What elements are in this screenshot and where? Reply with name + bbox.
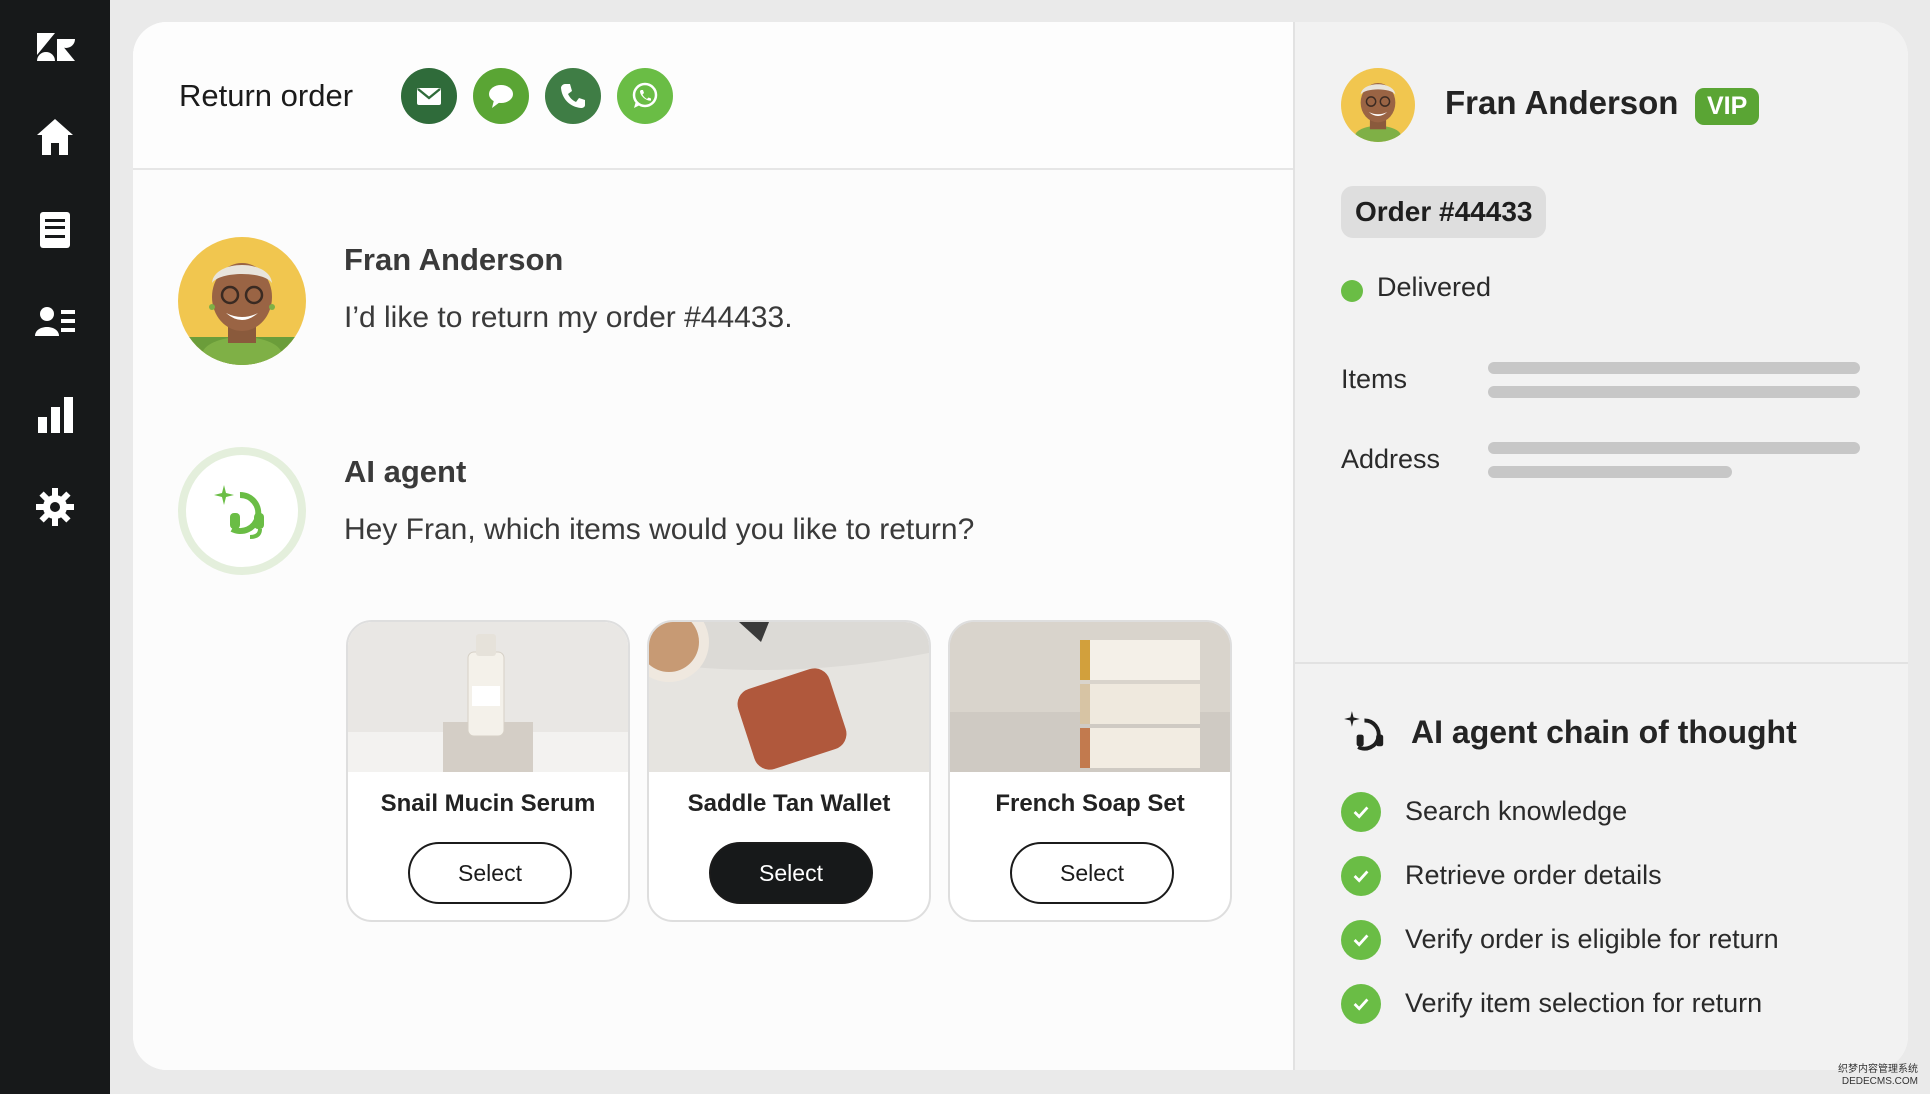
customer-avatar <box>178 237 306 365</box>
check-icon <box>1341 856 1381 896</box>
product-card: French Soap Set Select <box>948 620 1232 922</box>
status-dot <box>1341 280 1363 302</box>
items-placeholder-bar <box>1488 386 1860 398</box>
customer-name: Fran Anderson <box>344 242 564 277</box>
address-placeholder-bar <box>1488 442 1860 454</box>
main-card: Return order Fran Anderson I’d like to r… <box>133 22 1908 1070</box>
conversation-panel: Return order Fran Anderson I’d like to r… <box>133 22 1293 1070</box>
customer-message: I’d like to return my order #44433. <box>344 301 793 334</box>
product-image <box>950 622 1230 772</box>
check-icon <box>1341 792 1381 832</box>
order-status: Delivered <box>1377 272 1492 302</box>
divider <box>1295 662 1908 664</box>
tickets-icon[interactable] <box>30 205 80 255</box>
address-placeholder-bar <box>1488 466 1732 478</box>
page-title: Return order <box>179 78 354 113</box>
left-nav <box>0 0 110 1094</box>
agent-name: AI agent <box>344 454 467 489</box>
select-button[interactable]: Select <box>408 842 572 904</box>
select-button[interactable]: Select <box>709 842 873 904</box>
email-icon[interactable] <box>401 68 457 124</box>
vip-badge: VIP <box>1695 88 1760 125</box>
chain-of-thought-title: AI agent chain of thought <box>1411 714 1797 750</box>
items-label: Items <box>1341 364 1408 394</box>
select-button[interactable]: Select <box>1010 842 1174 904</box>
chain-step: Retrieve order details <box>1405 860 1662 890</box>
whatsapp-icon[interactable] <box>617 68 673 124</box>
chain-step: Search knowledge <box>1405 796 1628 826</box>
ai-agent-icon <box>1341 708 1391 758</box>
ai-agent-icon <box>214 485 264 539</box>
address-label: Address <box>1341 444 1441 474</box>
product-card: Snail Mucin Serum Select <box>346 620 630 922</box>
check-icon <box>1341 984 1381 1024</box>
items-placeholder-bar <box>1488 362 1860 374</box>
watermark: 织梦内容管理系统 DEDECMS.COM <box>1838 1064 1918 1087</box>
product-card: Saddle Tan Wallet Select <box>647 620 931 922</box>
product-image <box>348 622 628 772</box>
product-image <box>649 622 929 772</box>
product-name: French Soap Set <box>995 790 1185 817</box>
chain-step: Verify item selection for return <box>1405 988 1763 1018</box>
ai-agent-avatar <box>178 447 306 575</box>
zendesk-logo-icon[interactable] <box>30 22 80 72</box>
settings-icon[interactable] <box>30 482 80 532</box>
customer-context-panel: Fran Anderson VIP Order #44433 Delivered… <box>1293 22 1908 1070</box>
reporting-icon[interactable] <box>30 390 80 440</box>
customer-name: Fran Anderson <box>1445 84 1679 121</box>
product-name: Saddle Tan Wallet <box>687 790 891 817</box>
customer-avatar-small <box>1341 68 1415 142</box>
product-name: Snail Mucin Serum <box>380 790 596 817</box>
chain-step: Verify order is eligible for return <box>1405 924 1779 954</box>
order-chip[interactable]: Order #44433 <box>1341 186 1547 238</box>
agent-message: Hey Fran, which items would you like to … <box>344 513 975 546</box>
home-icon[interactable] <box>30 112 80 162</box>
phone-icon[interactable] <box>545 68 601 124</box>
chat-icon[interactable] <box>473 68 529 124</box>
check-icon <box>1341 920 1381 960</box>
conversation-header: Return order <box>133 22 1293 170</box>
contacts-icon[interactable] <box>30 297 80 347</box>
